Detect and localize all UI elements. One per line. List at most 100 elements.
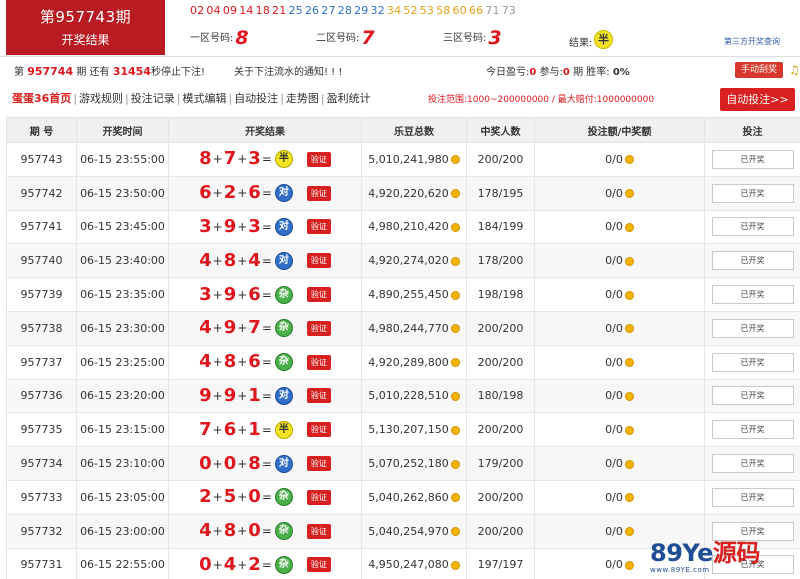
nav-item[interactable]: 投注记录 <box>131 92 175 105</box>
verify-button[interactable]: 验证 <box>306 354 331 370</box>
plus-sign: + <box>237 186 248 201</box>
verify-button[interactable]: 验证 <box>306 151 331 167</box>
result-ball: 对 <box>274 251 293 270</box>
table-row: 957741 06-15 23:45:00 3+9+3= 对验证 4,980,210,4… <box>6 209 800 245</box>
nav-item[interactable]: 蛋蛋36首页 <box>12 92 71 105</box>
manual-scratch-button[interactable]: 手动刮奖 <box>735 62 783 78</box>
watermark-brand-suffix: 源码 <box>712 539 761 567</box>
verify-button[interactable]: 验证 <box>306 456 331 472</box>
coin-icon <box>624 189 634 199</box>
row-issue: 957741 <box>6 209 77 245</box>
strip-number: 34 <box>386 4 402 17</box>
result-digit-2: 8 <box>223 520 237 542</box>
bet-value: 0/0 <box>605 152 623 166</box>
row-bet: 0/0 <box>534 344 705 380</box>
opened-button[interactable]: 已开奖 <box>711 352 794 372</box>
coin-icon <box>624 290 634 300</box>
zone1-label: 一区号码: <box>190 33 234 44</box>
verify-button[interactable]: 验证 <box>306 287 331 303</box>
results-table-body: 957743 06-15 23:55:00 8+7+3= 半验证 5,010,241,9… <box>6 142 800 579</box>
plus-sign: + <box>237 557 248 572</box>
nav-item[interactable]: 走势图 <box>286 92 319 105</box>
equals-sign: = <box>261 355 272 370</box>
nav-item[interactable]: 自动投注 <box>234 92 278 105</box>
opened-button[interactable]: 已开奖 <box>711 318 794 338</box>
col-action-header: 投注 <box>704 117 800 143</box>
verify-button[interactable]: 验证 <box>306 557 331 573</box>
equals-sign: = <box>261 253 272 268</box>
verify-button[interactable]: 验证 <box>306 422 331 438</box>
nav-item[interactable]: 游戏规则 <box>79 92 123 105</box>
verify-button[interactable]: 验证 <box>306 219 331 235</box>
result-label: 结果: <box>569 38 593 49</box>
table-row: 957734 06-15 23:10:00 0+0+8= 对验证 5,070,252,1… <box>6 446 800 481</box>
verify-button[interactable]: 验证 <box>306 253 331 269</box>
notice-link[interactable]: 关于下注流水的通知! ! ! <box>234 63 342 78</box>
strip-number: 04 <box>206 4 221 17</box>
row-time: 06-15 22:55:00 <box>76 547 169 579</box>
verify-button[interactable]: 验证 <box>306 523 331 539</box>
row-result: 4+8+0= 杂验证 <box>168 513 362 549</box>
opened-button[interactable]: 已开奖 <box>711 183 794 203</box>
row-winners: 180/198 <box>466 378 535 414</box>
countdown-prefix: 第 <box>14 67 24 78</box>
strip-number: 53 <box>419 4 435 17</box>
row-winners: 200/200 <box>466 479 535 515</box>
strip-number: 58 <box>436 4 451 17</box>
total-value: 4,980,210,420 <box>368 220 449 234</box>
result-digit-3: 3 <box>248 148 261 170</box>
bet-range-text: 投注范围:1000~200000000 / 最大赔付:1000000000 <box>428 95 655 105</box>
strip-number: 52 <box>403 4 418 17</box>
result-digit-2: 8 <box>223 351 237 373</box>
coin-icon <box>450 391 460 401</box>
result-digit-1: 6 <box>199 182 212 204</box>
equals-sign: = <box>261 388 272 403</box>
opened-button[interactable]: 已开奖 <box>711 454 794 474</box>
result-digit-1: 4 <box>199 249 212 271</box>
speaker-icon[interactable]: ♫ <box>789 63 800 77</box>
row-time: 06-15 23:45:00 <box>76 209 169 245</box>
strip-number: 18 <box>255 4 271 17</box>
verify-button[interactable]: 验证 <box>306 489 331 505</box>
total-value: 5,040,254,970 <box>368 524 449 538</box>
opened-button[interactable]: 已开奖 <box>711 217 794 237</box>
result-digit-2: 0 <box>223 452 237 474</box>
row-bet: 0/0 <box>534 446 705 481</box>
auto-bet-button[interactable]: 自动投注>> <box>720 88 795 111</box>
bet-value: 0/0 <box>605 389 623 403</box>
coin-icon <box>450 358 460 368</box>
verify-button[interactable]: 验证 <box>306 320 331 336</box>
total-value: 5,010,241,980 <box>368 152 449 166</box>
countdown-mid: 期 还有 <box>76 67 110 78</box>
result-digit-3: 1 <box>248 418 261 440</box>
opened-button[interactable]: 已开奖 <box>711 251 794 271</box>
table-header-row: 期 号 开奖时间 开奖结果 乐豆总数 中奖人数 投注额/中奖额 投注 <box>6 117 800 143</box>
verify-button[interactable]: 验证 <box>306 185 331 201</box>
opened-button[interactable]: 已开奖 <box>711 386 794 406</box>
table-row: 957743 06-15 23:55:00 8+7+3= 半验证 5,010,241,9… <box>6 142 800 177</box>
header-bar: 第957743期 开奖结果 02 04 09 14 18 21 25 26 27 28 29 32 34… <box>0 0 800 56</box>
result-digit-2: 4 <box>223 553 237 575</box>
coin-icon <box>624 527 634 537</box>
row-time: 06-15 23:05:00 <box>76 479 169 515</box>
result-digit-1: 3 <box>199 215 212 237</box>
zone1-result: 一区号码: 8 <box>190 27 249 49</box>
opened-button[interactable]: 已开奖 <box>711 487 794 507</box>
opened-button[interactable]: 已开奖 <box>711 285 794 305</box>
opened-button[interactable]: 已开奖 <box>711 420 794 440</box>
row-total: 4,920,220,620 <box>361 175 467 211</box>
strip-number: 21 <box>272 4 287 17</box>
nav-item[interactable]: 盈利统计 <box>327 92 371 105</box>
plus-sign: + <box>237 490 248 505</box>
third-party-link[interactable]: 第三方开奖查询 <box>724 36 780 47</box>
today-profit-label: 今日盈亏: <box>486 67 530 78</box>
result-digit-3: 6 <box>248 351 261 373</box>
verify-button[interactable]: 验证 <box>306 388 331 404</box>
opened-button[interactable]: 已开奖 <box>711 149 794 169</box>
plus-sign: + <box>237 524 248 539</box>
row-result: 0+0+8= 对验证 <box>168 446 362 481</box>
nav-item[interactable]: 模式编辑 <box>182 92 226 105</box>
total-value: 4,980,244,770 <box>368 321 449 335</box>
opened-button[interactable]: 已开奖 <box>711 521 794 541</box>
plus-sign: + <box>212 557 223 572</box>
